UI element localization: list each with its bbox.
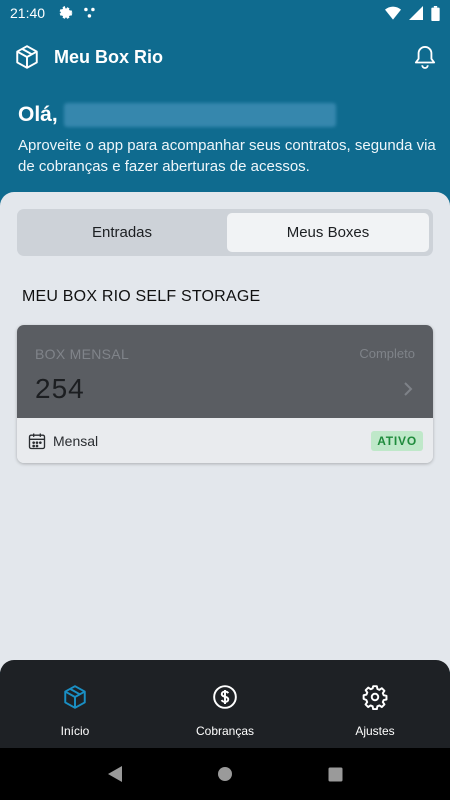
section-title: MEU BOX RIO SELF STORAGE xyxy=(22,288,261,305)
nav-label-ajustes: Ajustes xyxy=(355,724,395,738)
tab-meus-boxes[interactable]: Meus Boxes xyxy=(227,213,429,252)
nav-item-cobrancas[interactable]: Cobranças xyxy=(150,660,300,748)
back-icon[interactable] xyxy=(107,765,123,783)
settings-gear-icon xyxy=(59,6,73,19)
tab-entradas[interactable]: Entradas xyxy=(21,213,223,252)
bottom-nav: Início Cobranças Ajustes xyxy=(0,660,450,748)
status-bar: 21:40 xyxy=(0,0,450,26)
greeting: Olá, Aproveite o app para acompanhar seu… xyxy=(18,103,438,177)
chevron-right-icon[interactable] xyxy=(403,381,413,397)
battery-icon xyxy=(431,5,440,21)
box-card[interactable]: BOX MENSAL Completo 254 Mensal ATIVO xyxy=(17,325,433,463)
system-nav-bar xyxy=(0,748,450,800)
bell-icon[interactable] xyxy=(414,45,436,69)
tab-switcher: Entradas Meus Boxes xyxy=(17,209,433,256)
nav-item-ajustes[interactable]: Ajustes xyxy=(300,660,450,748)
recents-icon[interactable] xyxy=(328,767,343,782)
app-notification-icon xyxy=(84,7,95,18)
home-icon[interactable] xyxy=(217,766,233,782)
cube-icon xyxy=(64,685,86,709)
calendar-icon xyxy=(28,433,46,449)
main-content: Entradas Meus Boxes MEU BOX RIO SELF STO… xyxy=(0,192,450,672)
nav-item-inicio[interactable]: Início xyxy=(0,660,150,748)
nav-label-cobrancas: Cobranças xyxy=(195,724,255,738)
box-card-footer: Mensal ATIVO xyxy=(17,418,433,463)
status-badge: ATIVO xyxy=(371,430,423,451)
plan-label: Mensal xyxy=(53,432,99,449)
box-type: BOX MENSAL xyxy=(35,346,130,362)
box-number: 254 xyxy=(35,373,85,404)
wifi-icon xyxy=(385,6,401,20)
greeting-hello: Olá, xyxy=(18,103,58,126)
cube-logo-icon xyxy=(16,45,38,69)
dollar-circle-icon xyxy=(213,685,237,709)
status-time: 21:40 xyxy=(10,5,46,21)
box-card-header[interactable]: BOX MENSAL Completo 254 xyxy=(17,325,433,418)
nav-label-inicio: Início xyxy=(60,724,90,738)
cell-signal-icon xyxy=(409,6,423,20)
gear-icon xyxy=(362,685,388,710)
app-title: Meu Box Rio xyxy=(54,46,164,67)
app-bar: Meu Box Rio xyxy=(0,26,450,88)
greeting-subtitle: Aproveite o app para acompanhar seus con… xyxy=(18,137,436,175)
username-redacted xyxy=(63,103,336,127)
box-status: Completo xyxy=(359,346,415,361)
